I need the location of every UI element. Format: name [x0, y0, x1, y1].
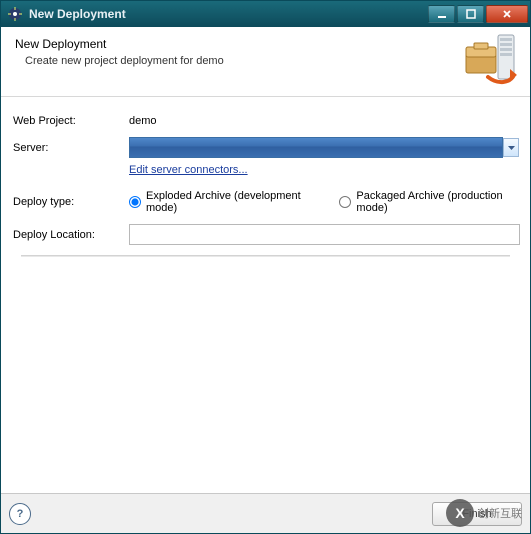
label-server: Server:: [11, 142, 129, 154]
close-button[interactable]: [486, 5, 528, 23]
form-area: Web Project: demo Server: Edit server co…: [1, 97, 530, 263]
server-combobox-dropdown-button[interactable]: [503, 138, 519, 157]
watermark-text: 创新互联: [478, 505, 522, 521]
value-web-project: demo: [129, 115, 157, 127]
radio-exploded-archive[interactable]: Exploded Archive (development mode): [129, 190, 317, 214]
radio-packaged-archive-input[interactable]: [339, 196, 351, 208]
server-combobox[interactable]: [129, 137, 503, 158]
edit-server-connectors-link[interactable]: Edit server connectors...: [129, 164, 248, 176]
maximize-button[interactable]: [457, 5, 484, 23]
radio-exploded-archive-input[interactable]: [129, 196, 141, 208]
label-deploy-type: Deploy type:: [11, 196, 129, 208]
row-server: Server:: [11, 137, 520, 158]
minimize-button[interactable]: [428, 5, 455, 23]
dialog-header: New Deployment Create new project deploy…: [1, 27, 530, 97]
radio-packaged-archive[interactable]: Packaged Archive (production mode): [339, 190, 520, 214]
row-deploy-location: Deploy Location:: [11, 224, 520, 245]
deployment-icon: [460, 33, 520, 89]
app-icon: [7, 6, 23, 22]
deploy-location-input[interactable]: [129, 224, 520, 245]
radio-packaged-archive-label: Packaged Archive (production mode): [356, 190, 520, 214]
row-web-project: Web Project: demo: [11, 115, 520, 127]
page-title: New Deployment: [15, 37, 516, 51]
help-icon: ?: [17, 508, 24, 520]
radio-exploded-archive-label: Exploded Archive (development mode): [146, 190, 317, 214]
help-button[interactable]: ?: [9, 503, 31, 525]
page-subtitle: Create new project deployment for demo: [15, 55, 516, 67]
watermark-badge-icon: X: [446, 499, 474, 527]
window-title: New Deployment: [29, 7, 428, 21]
window-controls: [428, 5, 528, 23]
row-deploy-type: Deploy type: Exploded Archive (developme…: [11, 190, 520, 214]
watermark: X 创新互联: [446, 499, 522, 527]
label-deploy-location: Deploy Location:: [11, 229, 129, 241]
row-edit-link: Edit server connectors...: [11, 164, 520, 176]
titlebar: New Deployment: [1, 1, 530, 27]
separator: [21, 255, 510, 257]
label-web-project: Web Project:: [11, 115, 129, 127]
